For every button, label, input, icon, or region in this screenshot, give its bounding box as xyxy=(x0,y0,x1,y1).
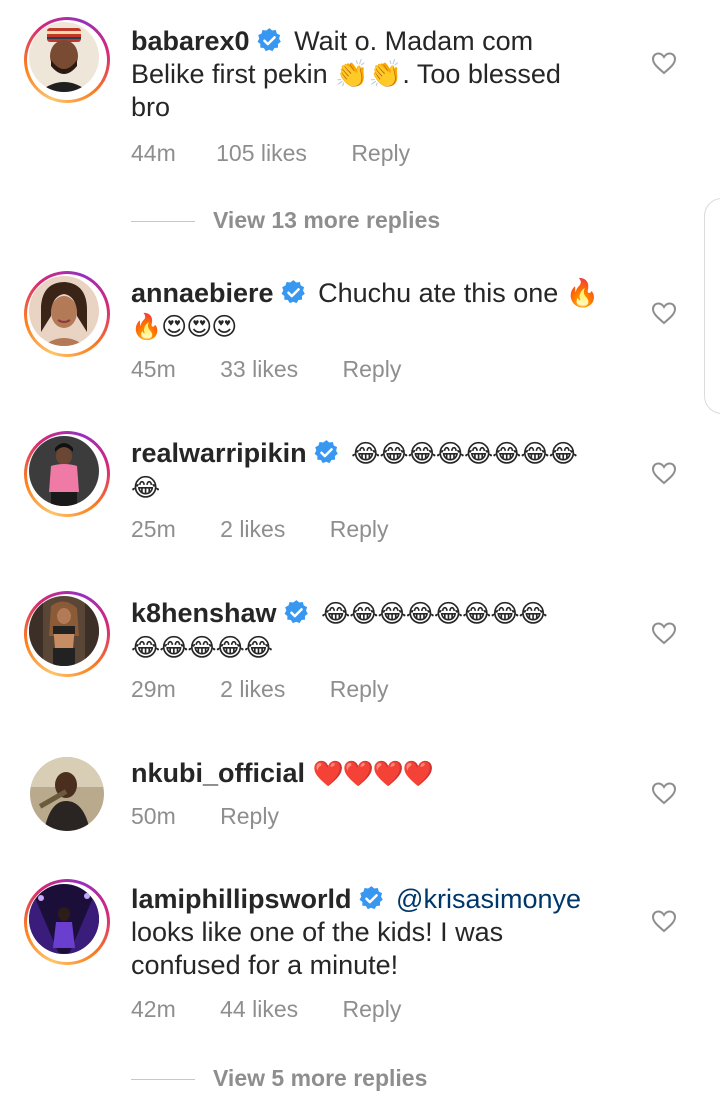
comment-meta: 29m 2 likes Reply xyxy=(131,676,389,703)
view-replies-label: View 13 more replies xyxy=(213,207,441,233)
verified-badge-icon xyxy=(256,27,283,54)
timestamp: 44m xyxy=(131,140,176,166)
comment-body: ❤️❤️❤️❤️ xyxy=(312,760,435,788)
comment-body: Wait o. Madam com xyxy=(294,26,534,56)
avatar xyxy=(29,22,99,92)
likes-count[interactable]: 2 likes xyxy=(220,676,285,703)
avatar-story-ring[interactable] xyxy=(24,17,110,103)
avatar-story-ring[interactable] xyxy=(24,271,110,357)
comment-meta: 42m 44 likes Reply xyxy=(131,996,401,1023)
view-replies-button[interactable]: View 13 more replies xyxy=(131,205,440,235)
comment-body: 😂😂😂😂😂😂😂😂 xyxy=(321,600,548,628)
comment-meta: 25m 2 likes Reply xyxy=(131,516,389,543)
comment-body: bro xyxy=(131,92,171,122)
username[interactable]: realwarripikin xyxy=(131,438,307,468)
verified-badge-icon xyxy=(358,885,385,912)
comment-body: looks like one of the kids! I was xyxy=(131,917,504,947)
view-replies-label: View 5 more replies xyxy=(213,1065,428,1091)
view-replies-button[interactable]: View 5 more replies xyxy=(131,1063,427,1093)
comment-text: nkubi_official ❤️❤️❤️❤️ xyxy=(131,757,661,791)
avatar-story-ring[interactable] xyxy=(24,879,110,965)
timestamp: 25m xyxy=(131,516,176,542)
like-heart-icon[interactable] xyxy=(651,621,677,645)
avatar-story-ring[interactable] xyxy=(24,431,110,517)
comment-text: k8henshaw 😂😂😂😂😂😂😂😂 😂😂😂😂😂 xyxy=(131,597,661,665)
reply-button[interactable]: Reply xyxy=(330,516,389,543)
username[interactable]: k8henshaw xyxy=(131,598,277,628)
timestamp: 42m xyxy=(131,996,176,1022)
reply-button[interactable]: Reply xyxy=(343,356,402,383)
avatar-story-ring[interactable] xyxy=(24,591,110,677)
divider-line xyxy=(131,221,195,223)
likes-count[interactable]: 2 likes xyxy=(220,516,285,543)
comment-body: 🔥😍😍😍 xyxy=(131,313,237,341)
username[interactable]: nkubi_official xyxy=(131,758,305,788)
username[interactable]: annaebiere xyxy=(131,278,274,308)
like-heart-icon[interactable] xyxy=(651,781,677,805)
comment-text: babarex0 Wait o. Madam com Belike first … xyxy=(131,25,661,124)
reply-button[interactable]: Reply xyxy=(343,996,402,1023)
avatar xyxy=(29,276,99,346)
like-heart-icon[interactable] xyxy=(651,51,677,75)
likes-count[interactable]: 33 likes xyxy=(220,356,298,383)
verified-badge-icon xyxy=(283,599,310,626)
comment-text: annaebiere Chuchu ate this one 🔥 🔥😍😍😍 xyxy=(131,277,661,344)
divider-line xyxy=(131,1079,195,1081)
avatar xyxy=(29,596,99,666)
timestamp: 45m xyxy=(131,356,176,382)
timestamp: 50m xyxy=(131,803,176,829)
username[interactable]: babarex0 xyxy=(131,26,250,56)
comment-body: 😂😂😂😂😂 xyxy=(131,634,273,662)
comment-body: Belike first pekin 👏👏. Too blessed xyxy=(131,59,561,89)
reply-button[interactable]: Reply xyxy=(351,140,410,167)
likes-count[interactable]: 44 likes xyxy=(220,996,298,1023)
avatar xyxy=(29,436,99,506)
comment-meta: 44m 105 likes Reply xyxy=(131,140,410,167)
mention-link[interactable]: @krisasimonye xyxy=(396,884,581,914)
likes-count[interactable]: 105 likes xyxy=(216,140,307,167)
comment-text: lamiphillipsworld @krisasimonye looks li… xyxy=(131,883,661,982)
like-heart-icon[interactable] xyxy=(651,461,677,485)
like-heart-icon[interactable] xyxy=(651,301,677,325)
reply-button[interactable]: Reply xyxy=(330,676,389,703)
username[interactable]: lamiphillipsworld xyxy=(131,884,352,914)
timestamp: 29m xyxy=(131,676,176,702)
comment-body: confused for a minute! xyxy=(131,950,399,980)
avatar xyxy=(29,884,99,954)
reply-button[interactable]: Reply xyxy=(220,803,279,830)
comment-text: realwarripikin 😂😂😂😂😂😂😂😂 😂 xyxy=(131,437,661,505)
side-panel-edge xyxy=(704,198,720,414)
comment-body: 😂😂😂😂😂😂😂😂 xyxy=(351,440,578,468)
like-heart-icon[interactable] xyxy=(651,909,677,933)
comment-meta: 50m Reply xyxy=(131,803,279,830)
comment-meta: 45m 33 likes Reply xyxy=(131,356,401,383)
comment-body: 😂 xyxy=(131,474,160,502)
verified-badge-icon xyxy=(280,279,307,306)
verified-badge-icon xyxy=(313,439,340,466)
comment-body: Chuchu ate this one 🔥 xyxy=(318,278,600,308)
avatar[interactable] xyxy=(30,757,104,831)
